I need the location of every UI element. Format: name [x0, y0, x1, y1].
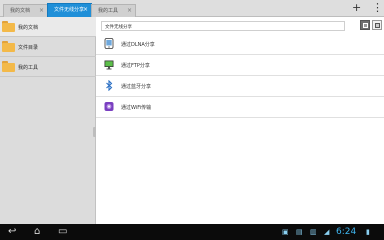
tab-label: 文件无线分享	[54, 7, 85, 13]
share-row-ftp[interactable]: 通过FTP分享	[96, 55, 384, 76]
tab-my-documents[interactable]: 我的文档 ×	[3, 4, 48, 17]
tab-label: 我的工具	[98, 8, 119, 14]
list-view-icon	[375, 23, 380, 28]
close-tab-icon[interactable]: ×	[83, 6, 88, 13]
folder-icon	[2, 61, 15, 72]
tab-my-tools[interactable]: 我的工具 ×	[91, 4, 136, 17]
system-navigation-bar: ↩ ⌂ ▭ ▣ ▤ ▥ ◢ 6:24 ▮	[0, 224, 384, 240]
tab-label: 我的文档	[10, 8, 31, 14]
share-row-wifi[interactable]: 通过WiFi传输	[96, 97, 384, 118]
sidebar-item-label: 我的工具	[18, 65, 39, 71]
share-row-label: 通过DLNA分享	[121, 42, 155, 48]
sidebar-item-label: 文件目录	[18, 45, 39, 51]
share-row-label: 通过WiFi传输	[121, 105, 152, 111]
close-tab-icon[interactable]: ×	[127, 7, 132, 14]
clock: 6:24	[336, 227, 357, 237]
sidebar: 我的文档 文件目录 我的工具	[0, 17, 97, 224]
picture-icon: ▤	[296, 228, 303, 236]
share-row-dlna[interactable]: 通过DLNA分享	[96, 34, 384, 55]
battery-icon: ▮	[366, 228, 370, 236]
dlna-icon	[104, 38, 114, 49]
sidebar-item-my-tools[interactable]: 我的工具	[0, 57, 96, 77]
wifi-transfer-icon	[104, 102, 114, 111]
folder-icon	[2, 21, 15, 32]
grid-view-icon	[363, 23, 368, 28]
tab-file-share[interactable]: 文件无线分享 ×	[47, 3, 92, 17]
tab-strip: 我的文档 × 文件无线分享 × 我的工具 × + ⋮	[0, 0, 384, 17]
home-icon[interactable]: ⌂	[34, 227, 40, 237]
share-row-label: 通过蓝牙分享	[121, 84, 152, 90]
screenshot-icon: ▣	[282, 228, 289, 236]
download-icon: ▥	[310, 228, 317, 236]
main-panel: 文件无线分享 通过DLNA分享 通过FTP分享 通过蓝牙分享 通过WiFi传输	[96, 17, 384, 224]
folder-icon	[2, 41, 15, 52]
share-row-bluetooth[interactable]: 通过蓝牙分享	[96, 76, 384, 97]
path-bar: 文件无线分享	[101, 21, 345, 31]
sidebar-item-label: 我的文档	[18, 25, 39, 31]
close-tab-icon[interactable]: ×	[39, 7, 44, 14]
grid-view-button[interactable]	[360, 20, 370, 30]
add-tab-button[interactable]: +	[352, 2, 361, 14]
bluetooth-icon	[106, 80, 113, 91]
list-view-button[interactable]	[372, 20, 382, 30]
recent-apps-icon[interactable]: ▭	[58, 227, 67, 237]
overflow-menu-icon[interactable]: ⋮	[372, 2, 383, 14]
share-row-label: 通过FTP分享	[121, 63, 150, 69]
sidebar-item-file-directory[interactable]: 文件目录	[0, 37, 96, 57]
wifi-signal-icon: ◢	[324, 228, 330, 236]
ftp-monitor-icon	[104, 60, 114, 70]
back-icon[interactable]: ↩	[8, 227, 16, 237]
sidebar-item-my-documents[interactable]: 我的文档	[0, 17, 96, 37]
